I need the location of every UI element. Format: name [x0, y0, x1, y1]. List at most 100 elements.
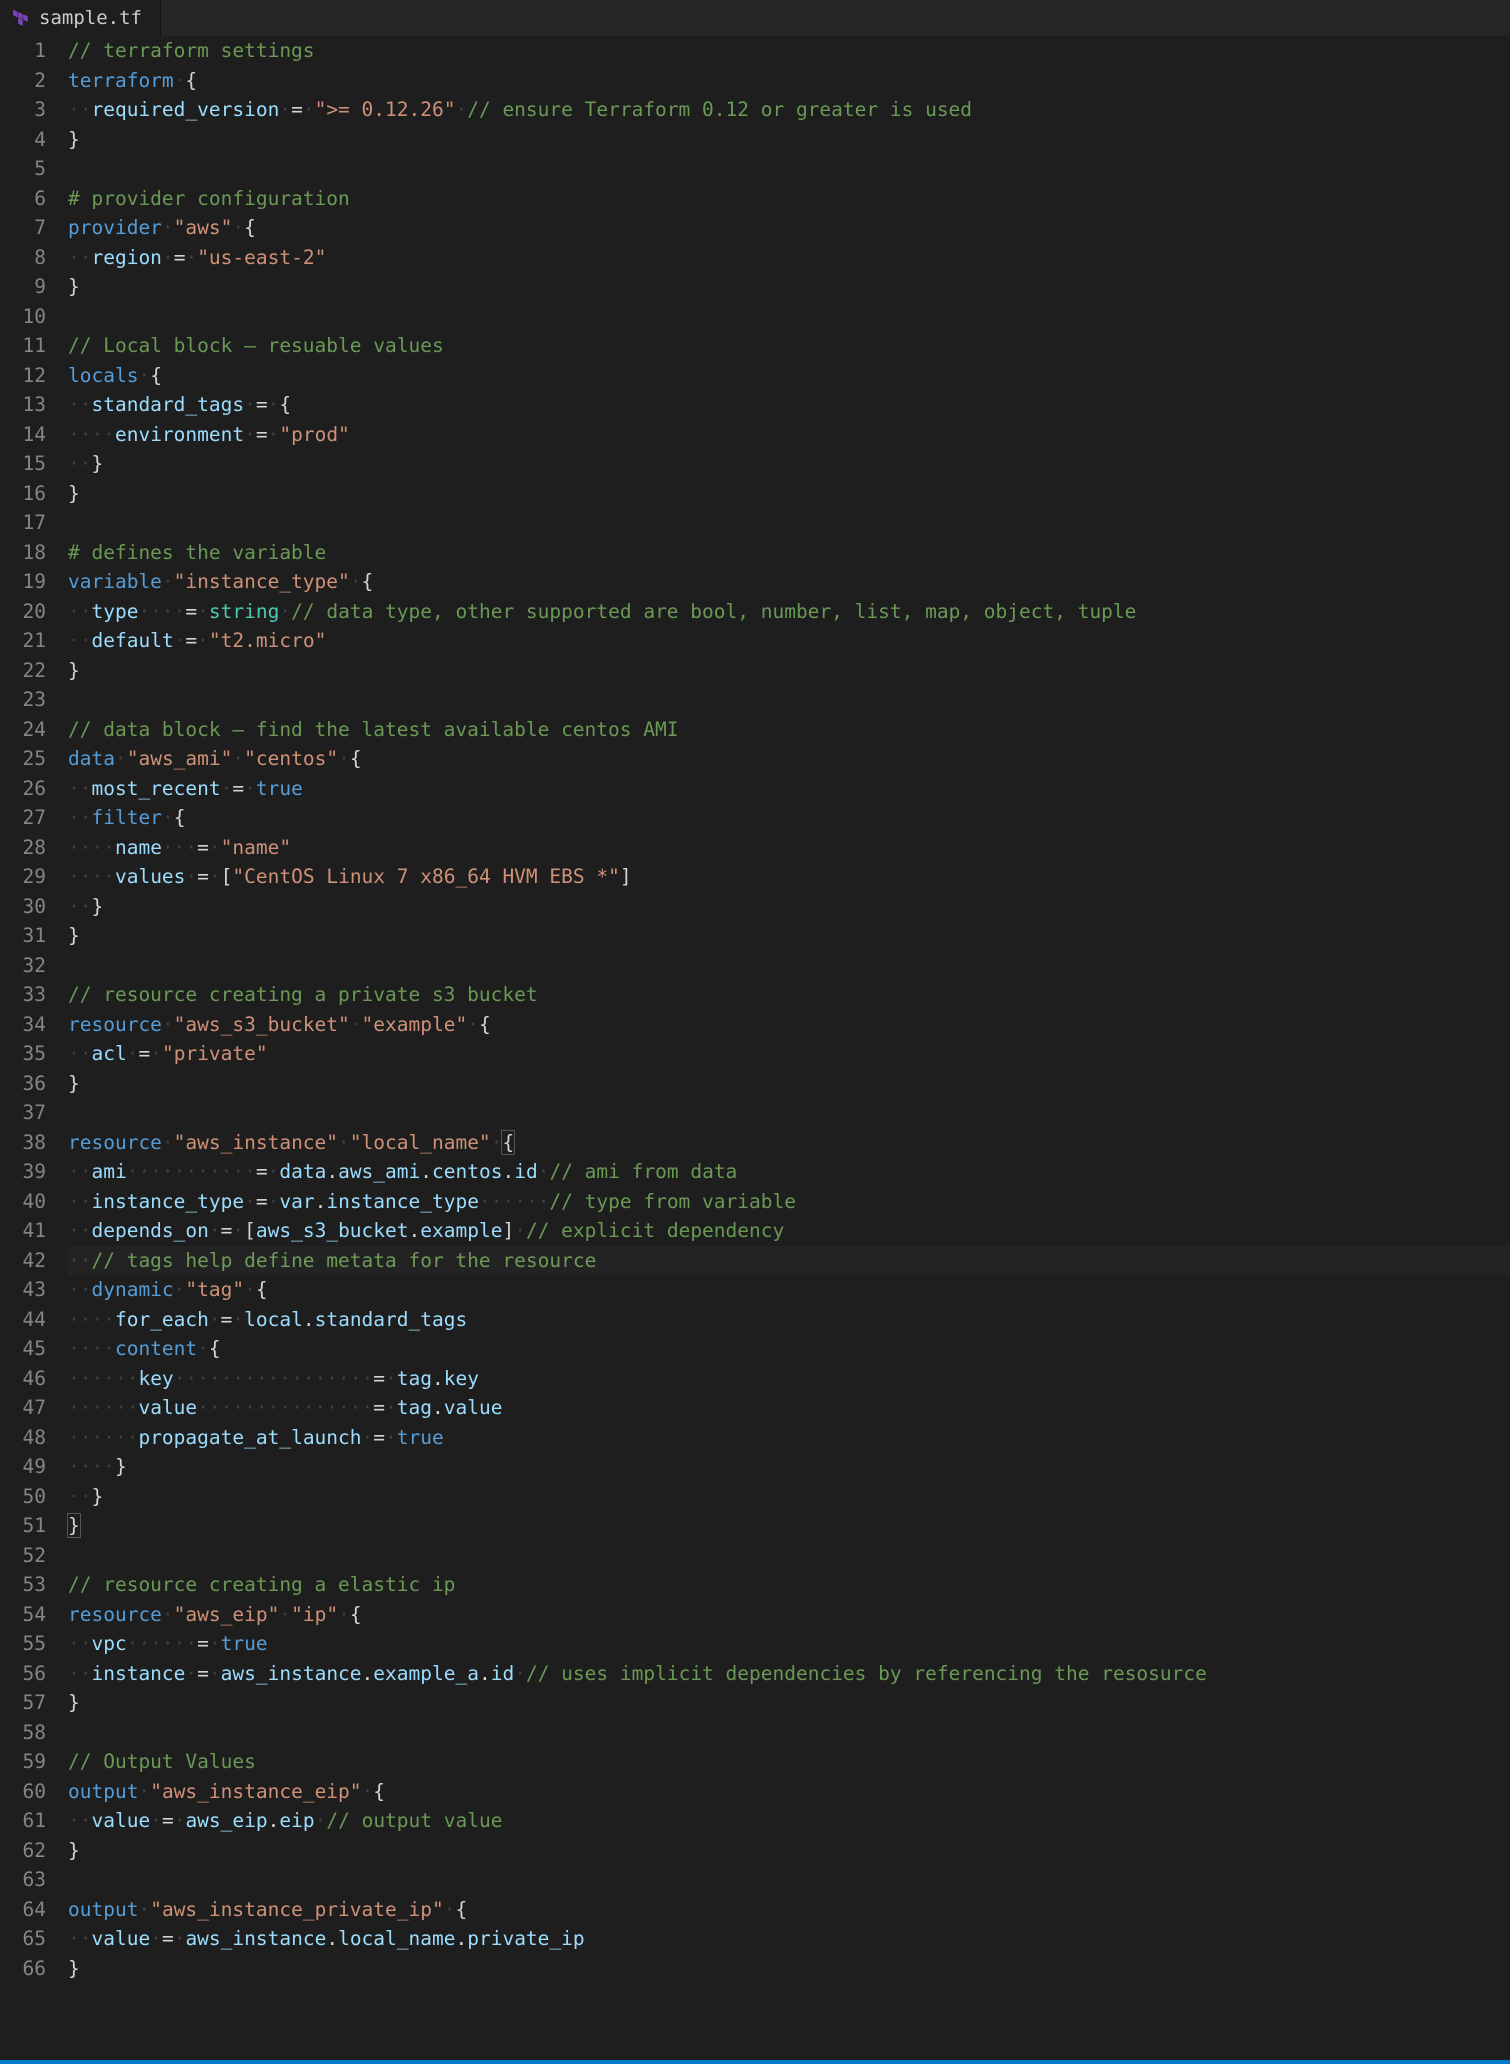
- code-line[interactable]: ··most_recent·=·true: [68, 774, 1510, 804]
- line-number: 14: [0, 420, 46, 450]
- code-line[interactable]: // Local block – resuable values: [68, 331, 1510, 361]
- code-line[interactable]: resource·"aws_s3_bucket"·"example"·{: [68, 1010, 1510, 1040]
- code-line[interactable]: [68, 951, 1510, 981]
- status-bar: [0, 2060, 1510, 2064]
- code-line[interactable]: }: [68, 1688, 1510, 1718]
- code-line[interactable]: }: [68, 125, 1510, 155]
- code-line[interactable]: ······propagate_at_launch·=·true: [68, 1423, 1510, 1453]
- line-number: 28: [0, 833, 46, 863]
- code-line[interactable]: [68, 508, 1510, 538]
- code-line[interactable]: }: [68, 1836, 1510, 1866]
- line-number: 31: [0, 921, 46, 951]
- code-line[interactable]: locals·{: [68, 361, 1510, 391]
- tab-sample-tf[interactable]: sample.tf: [0, 0, 161, 36]
- code-line[interactable]: }: [68, 1069, 1510, 1099]
- line-number: 1: [0, 36, 46, 66]
- line-number: 66: [0, 1954, 46, 1984]
- code-line[interactable]: # provider configuration: [68, 184, 1510, 214]
- code-line[interactable]: // Output Values: [68, 1747, 1510, 1777]
- code-line[interactable]: // terraform settings: [68, 36, 1510, 66]
- code-line[interactable]: ··vpc······=·true: [68, 1629, 1510, 1659]
- code-line[interactable]: [68, 685, 1510, 715]
- line-number: 40: [0, 1187, 46, 1217]
- code-line[interactable]: ····environment·=·"prod": [68, 420, 1510, 450]
- code-line[interactable]: ····name···=·"name": [68, 833, 1510, 863]
- code-line[interactable]: resource·"aws_eip"·"ip"·{: [68, 1600, 1510, 1630]
- code-line[interactable]: ······value···············=·tag.value: [68, 1393, 1510, 1423]
- code-line[interactable]: ··depends_on·=·[aws_s3_bucket.example]·/…: [68, 1216, 1510, 1246]
- editor[interactable]: 1234567891011121314151617181920212223242…: [0, 36, 1510, 2060]
- code-line[interactable]: resource·"aws_instance"·"local_name"·{: [68, 1128, 1510, 1158]
- line-number: 63: [0, 1865, 46, 1895]
- line-number: 45: [0, 1334, 46, 1364]
- line-number: 32: [0, 951, 46, 981]
- code-line[interactable]: ··standard_tags·=·{: [68, 390, 1510, 420]
- code-line[interactable]: ··acl·=·"private": [68, 1039, 1510, 1069]
- code-line[interactable]: provider·"aws"·{: [68, 213, 1510, 243]
- code-line[interactable]: ··value·=·aws_instance.local_name.privat…: [68, 1924, 1510, 1954]
- code-line[interactable]: [68, 1865, 1510, 1895]
- line-number: 52: [0, 1541, 46, 1571]
- code-line[interactable]: }: [68, 272, 1510, 302]
- code-line[interactable]: [68, 1718, 1510, 1748]
- code-line[interactable]: ··required_version·=·">= 0.12.26"·// ens…: [68, 95, 1510, 125]
- code-line[interactable]: }: [68, 1511, 1510, 1541]
- line-number: 50: [0, 1482, 46, 1512]
- line-number: 20: [0, 597, 46, 627]
- line-number: 58: [0, 1718, 46, 1748]
- code-line[interactable]: ····values·=·["CentOS Linux 7 x86_64 HVM…: [68, 862, 1510, 892]
- code-line[interactable]: ··instance_type·=·var.instance_type·····…: [68, 1187, 1510, 1217]
- line-number: 35: [0, 1039, 46, 1069]
- code-line[interactable]: // data block – find the latest availabl…: [68, 715, 1510, 745]
- code-line[interactable]: [68, 1541, 1510, 1571]
- code-line[interactable]: ··region·=·"us-east-2": [68, 243, 1510, 273]
- line-number: 7: [0, 213, 46, 243]
- code-line[interactable]: // resource creating a private s3 bucket: [68, 980, 1510, 1010]
- code-line[interactable]: ··// tags help define metata for the res…: [68, 1246, 1510, 1276]
- code-line[interactable]: variable·"instance_type"·{: [68, 567, 1510, 597]
- code-line[interactable]: ··}: [68, 892, 1510, 922]
- code-line[interactable]: ····content·{: [68, 1334, 1510, 1364]
- code-line[interactable]: terraform·{: [68, 66, 1510, 96]
- code-line[interactable]: [68, 302, 1510, 332]
- code-line[interactable]: // resource creating a elastic ip: [68, 1570, 1510, 1600]
- line-number: 54: [0, 1600, 46, 1630]
- code-line[interactable]: }: [68, 921, 1510, 951]
- line-number: 46: [0, 1364, 46, 1394]
- line-number: 8: [0, 243, 46, 273]
- code-line[interactable]: output·"aws_instance_eip"·{: [68, 1777, 1510, 1807]
- line-number: 4: [0, 125, 46, 155]
- line-number: 53: [0, 1570, 46, 1600]
- code-line[interactable]: output·"aws_instance_private_ip"·{: [68, 1895, 1510, 1925]
- code-line[interactable]: data·"aws_ami"·"centos"·{: [68, 744, 1510, 774]
- code-line[interactable]: ······key·················=·tag.key: [68, 1364, 1510, 1394]
- line-number: 55: [0, 1629, 46, 1659]
- line-number: 42: [0, 1246, 46, 1276]
- line-number: 49: [0, 1452, 46, 1482]
- line-number: 10: [0, 302, 46, 332]
- code-line[interactable]: ··instance·=·aws_instance.example_a.id·/…: [68, 1659, 1510, 1689]
- code-line[interactable]: ··default·=·"t2.micro": [68, 626, 1510, 656]
- line-number: 26: [0, 774, 46, 804]
- line-number: 27: [0, 803, 46, 833]
- code-line[interactable]: ····for_each·=·local.standard_tags: [68, 1305, 1510, 1335]
- code-line[interactable]: ··}: [68, 449, 1510, 479]
- line-number: 22: [0, 656, 46, 686]
- line-number-gutter: 1234567891011121314151617181920212223242…: [0, 36, 68, 2060]
- code-line[interactable]: [68, 154, 1510, 184]
- code-line[interactable]: ··value·=·aws_eip.eip·// output value: [68, 1806, 1510, 1836]
- code-line[interactable]: # defines the variable: [68, 538, 1510, 568]
- code-line[interactable]: ····}: [68, 1452, 1510, 1482]
- code-line[interactable]: ··ami···········=·data.aws_ami.centos.id…: [68, 1157, 1510, 1187]
- code-line[interactable]: ··type····=·string·// data type, other s…: [68, 597, 1510, 627]
- code-line[interactable]: ··dynamic·"tag"·{: [68, 1275, 1510, 1305]
- code-line[interactable]: }: [68, 656, 1510, 686]
- code-area[interactable]: // terraform settingsterraform·{··requir…: [68, 36, 1510, 2060]
- line-number: 3: [0, 95, 46, 125]
- code-line[interactable]: ··}: [68, 1482, 1510, 1512]
- line-number: 16: [0, 479, 46, 509]
- code-line[interactable]: }: [68, 1954, 1510, 1984]
- code-line[interactable]: ··filter·{: [68, 803, 1510, 833]
- code-line[interactable]: [68, 1098, 1510, 1128]
- code-line[interactable]: }: [68, 479, 1510, 509]
